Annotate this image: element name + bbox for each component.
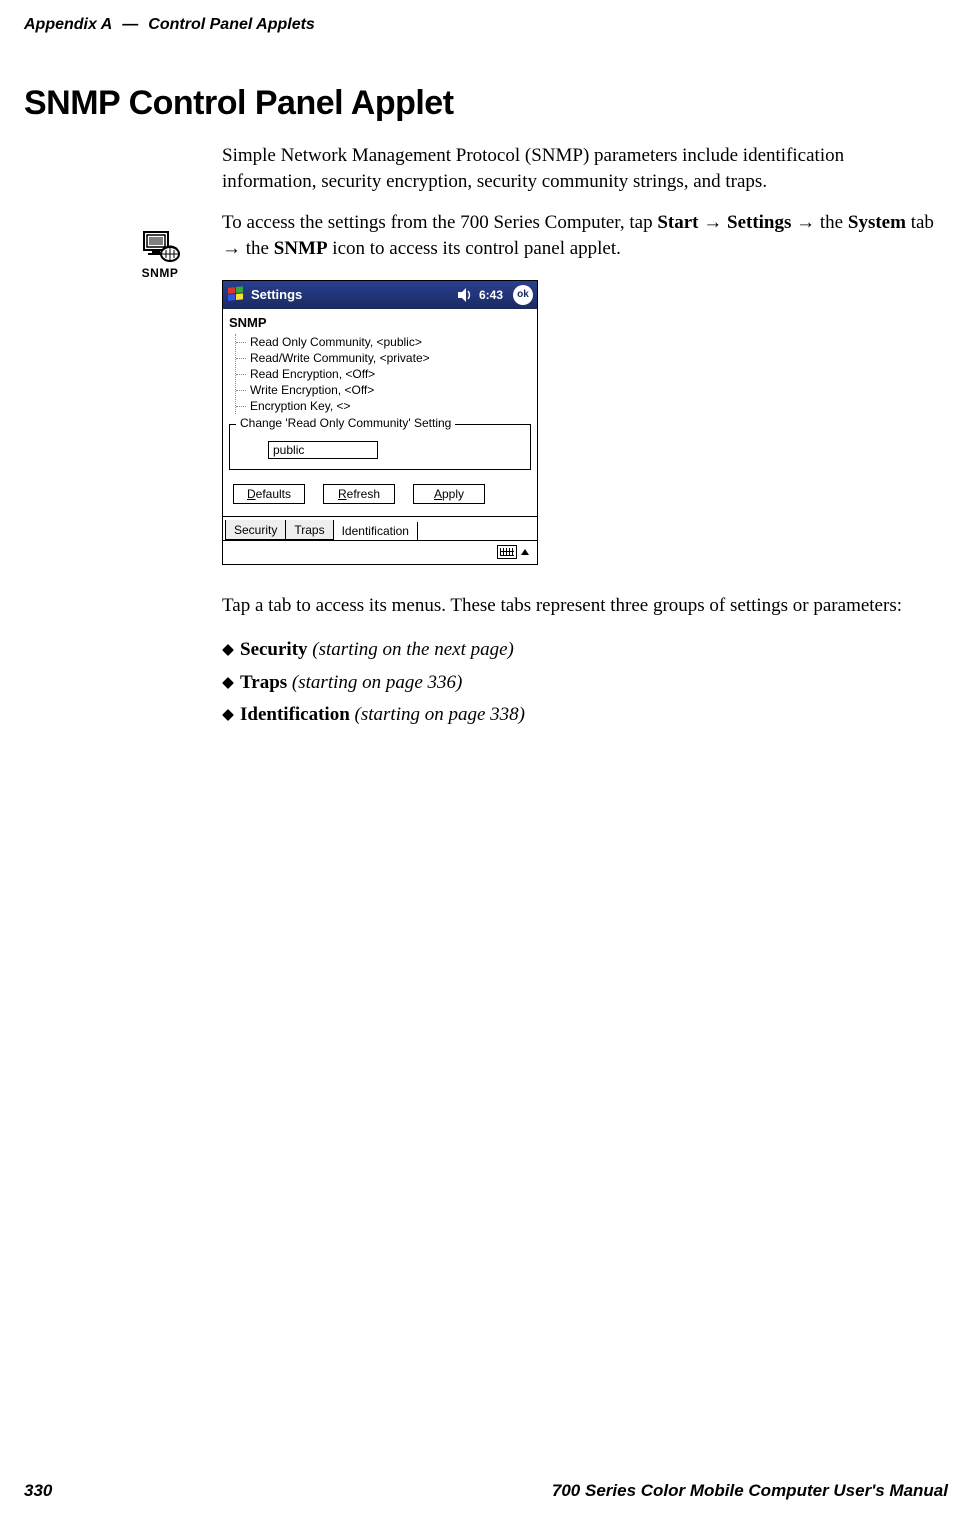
bullet-ital: (starting on page 336) <box>287 672 462 693</box>
bold-settings: Settings <box>727 212 791 233</box>
embedded-screenshot: Settings 6:43 ok SNMP Read Only Communit… <box>222 280 936 565</box>
applet-title: SNMP <box>229 313 531 334</box>
access-pre: To access the settings from the 700 Seri… <box>222 212 657 233</box>
tab-bar: Security Traps Identification <box>223 516 537 540</box>
defaults-button[interactable]: Defaults <box>233 484 305 504</box>
running-footer: 330 700 Series Color Mobile Computer Use… <box>24 1481 948 1501</box>
bold-snmp: SNMP <box>274 238 328 259</box>
manual-title: 700 Series Color Mobile Computer User's … <box>552 1481 948 1501</box>
tree-item[interactable]: Read Encryption, <Off> <box>236 366 531 382</box>
start-flag-icon[interactable] <box>227 286 245 304</box>
bullet-bold: Security <box>240 639 308 660</box>
volume-icon[interactable] <box>457 287 473 303</box>
bullet-list: Security (starting on the next page) Tra… <box>222 634 936 731</box>
tree-item[interactable]: Encryption Key, <> <box>236 398 531 414</box>
titlebar: Settings 6:43 ok <box>223 281 537 309</box>
running-header: Appendix A — Control Panel Applets <box>0 0 972 34</box>
bold-system: System <box>848 212 906 233</box>
settings-tree: Read Only Community, <public> Read/Write… <box>235 334 531 414</box>
snmp-icon-label: SNMP <box>130 266 190 280</box>
tab-traps[interactable]: Traps <box>285 520 333 540</box>
community-value-input[interactable] <box>268 441 378 459</box>
bullet-bold: Identification <box>240 704 350 725</box>
page-title: SNMP Control Panel Applet <box>0 34 972 143</box>
bullet-bold: Traps <box>240 672 287 693</box>
intro-paragraph: Simple Network Management Protocol (SNMP… <box>222 143 936 194</box>
change-setting-fieldset: Change 'Read Only Community' Setting <box>229 424 531 470</box>
pocketpc-window: Settings 6:43 ok SNMP Read Only Communit… <box>222 280 538 565</box>
post-screenshot-paragraph: Tap a tab to access its menus. These tab… <box>222 593 936 619</box>
list-item: Identification (starting on page 338) <box>222 699 936 731</box>
tab-identification[interactable]: Identification <box>333 522 418 540</box>
page-number: 330 <box>24 1481 52 1501</box>
refresh-button[interactable]: Refresh <box>323 484 395 504</box>
access-mid2: tab <box>906 212 934 233</box>
access-post: icon to access its control panel applet. <box>328 238 621 259</box>
tree-item[interactable]: Write Encryption, <Off> <box>236 382 531 398</box>
list-item: Traps (starting on page 336) <box>222 667 936 699</box>
bold-start: Start <box>657 212 698 233</box>
access-mid3: the <box>241 238 274 259</box>
arrow-icon: → <box>222 238 241 259</box>
sip-bar <box>223 540 537 564</box>
access-mid1: the <box>815 212 848 233</box>
tab-security[interactable]: Security <box>225 520 286 540</box>
arrow-icon: → <box>703 212 722 233</box>
ok-button[interactable]: ok <box>513 285 533 305</box>
button-row: Defaults Refresh Apply <box>229 478 531 516</box>
snmp-computer-icon <box>140 228 180 264</box>
header-divider: — <box>122 16 138 34</box>
keyboard-icon[interactable] <box>497 545 517 559</box>
bullet-ital: (starting on the next page) <box>308 639 514 660</box>
window-title: Settings <box>251 287 451 302</box>
sip-up-icon[interactable] <box>521 549 529 555</box>
access-instructions: To access the settings from the 700 Seri… <box>222 210 936 261</box>
list-item: Security (starting on the next page) <box>222 634 936 666</box>
apply-button[interactable]: Apply <box>413 484 485 504</box>
header-chapter-title: Control Panel Applets <box>148 16 315 34</box>
snmp-margin-icon: SNMP <box>130 228 190 280</box>
bullet-ital: (starting on page 338) <box>350 704 525 725</box>
tree-item[interactable]: Read/Write Community, <private> <box>236 350 531 366</box>
window-body: SNMP Read Only Community, <public> Read/… <box>223 309 537 516</box>
arrow-icon: → <box>796 212 815 233</box>
fieldset-legend: Change 'Read Only Community' Setting <box>236 416 455 430</box>
clock-time: 6:43 <box>479 288 503 302</box>
tree-item[interactable]: Read Only Community, <public> <box>236 334 531 350</box>
header-appendix: Appendix A <box>24 16 112 34</box>
